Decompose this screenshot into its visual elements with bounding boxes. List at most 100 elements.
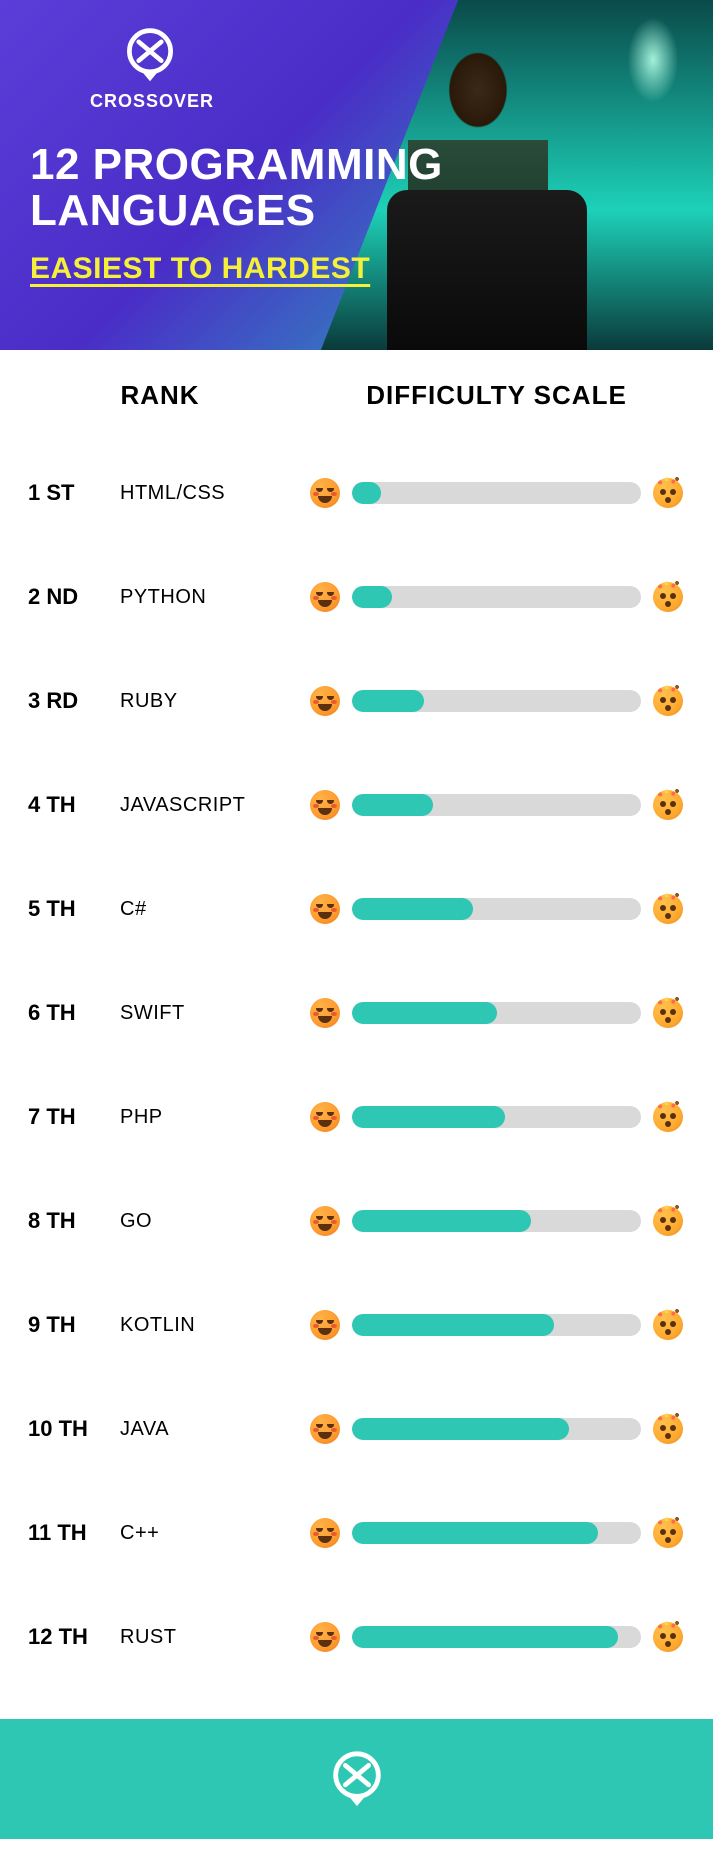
difficulty-bar-track [352, 690, 641, 712]
table-row: 4 TH JAVASCRIPT [20, 753, 693, 857]
difficulty-scale [310, 1102, 693, 1132]
table-row: 12 TH RUST [20, 1585, 693, 1689]
language-cell: HTML/CSS [120, 482, 310, 505]
table-row: 2 ND PYTHON [20, 545, 693, 649]
exploding-head-icon [653, 998, 683, 1028]
page-title: 12 PROGRAMMING LANGUAGES [30, 142, 683, 234]
difficulty-scale [310, 478, 693, 508]
difficulty-bar-track [352, 1106, 641, 1128]
difficulty-scale [310, 686, 693, 716]
table-row: 7 TH PHP [20, 1065, 693, 1169]
difficulty-bar-fill [352, 1314, 554, 1336]
relieved-face-icon [310, 1310, 340, 1340]
col-difficulty: DIFFICULTY SCALE [300, 380, 693, 411]
rank-cell: 4 TH [20, 792, 120, 818]
language-cell: JAVA [120, 1418, 310, 1441]
table-row: 1 ST HTML/CSS [20, 441, 693, 545]
difficulty-bar-track [352, 794, 641, 816]
difficulty-scale [310, 1414, 693, 1444]
difficulty-bar-track [352, 1626, 641, 1648]
exploding-head-icon [653, 1622, 683, 1652]
exploding-head-icon [653, 790, 683, 820]
relieved-face-icon [310, 998, 340, 1028]
difficulty-bar-fill [352, 482, 381, 504]
rank-cell: 12 TH [20, 1624, 120, 1650]
difficulty-scale [310, 1206, 693, 1236]
exploding-head-icon [653, 1414, 683, 1444]
subtitle: EASIEST TO HARDEST [30, 252, 370, 286]
relieved-face-icon [310, 1206, 340, 1236]
crossover-logo-icon [120, 25, 180, 85]
table-row: 10 TH JAVA [20, 1377, 693, 1481]
language-cell: JAVASCRIPT [120, 794, 310, 817]
title-line-1: 12 PROGRAMMING [30, 140, 443, 189]
language-cell: PHP [120, 1106, 310, 1129]
difficulty-scale [310, 1310, 693, 1340]
exploding-head-icon [653, 478, 683, 508]
rank-cell: 5 TH [20, 896, 120, 922]
table-header: RANK DIFFICULTY SCALE [20, 380, 693, 411]
rank-cell: 3 RD [20, 688, 120, 714]
rank-cell: 10 TH [20, 1416, 120, 1442]
difficulty-bar-fill [352, 1106, 505, 1128]
relieved-face-icon [310, 686, 340, 716]
difficulty-bar-track [352, 482, 641, 504]
language-cell: RUBY [120, 690, 310, 713]
difficulty-bar-track [352, 1002, 641, 1024]
relieved-face-icon [310, 1518, 340, 1548]
rank-cell: 9 TH [20, 1312, 120, 1338]
difficulty-bar-fill [352, 1626, 618, 1648]
exploding-head-icon [653, 1310, 683, 1340]
language-cell: C# [120, 898, 310, 921]
footer [0, 1719, 713, 1839]
rank-cell: 8 TH [20, 1208, 120, 1234]
difficulty-bar-track [352, 1210, 641, 1232]
rank-cell: 11 TH [20, 1520, 120, 1546]
language-cell: PYTHON [120, 586, 310, 609]
exploding-head-icon [653, 894, 683, 924]
difficulty-scale [310, 1622, 693, 1652]
difficulty-bar-track [352, 586, 641, 608]
exploding-head-icon [653, 1518, 683, 1548]
difficulty-bar-fill [352, 898, 473, 920]
difficulty-scale [310, 790, 693, 820]
exploding-head-icon [653, 1206, 683, 1236]
difficulty-bar-track [352, 898, 641, 920]
relieved-face-icon [310, 582, 340, 612]
rank-cell: 1 ST [20, 480, 120, 506]
exploding-head-icon [653, 582, 683, 612]
rank-cell: 6 TH [20, 1000, 120, 1026]
difficulty-bar-fill [352, 1210, 531, 1232]
difficulty-bar-track [352, 1314, 641, 1336]
language-cell: C++ [120, 1522, 310, 1545]
table-row: 3 RD RUBY [20, 649, 693, 753]
exploding-head-icon [653, 1102, 683, 1132]
relieved-face-icon [310, 1414, 340, 1444]
crossover-logo-icon [326, 1748, 388, 1810]
col-rank: RANK [20, 380, 300, 411]
difficulty-bar-track [352, 1418, 641, 1440]
rank-cell: 7 TH [20, 1104, 120, 1130]
language-cell: KOTLIN [120, 1314, 310, 1337]
difficulty-bar-fill [352, 1418, 569, 1440]
relieved-face-icon [310, 1102, 340, 1132]
ranking-table: RANK DIFFICULTY SCALE 1 ST HTML/CSS 2 ND… [0, 350, 713, 1719]
difficulty-bar-fill [352, 1522, 598, 1544]
language-cell: RUST [120, 1626, 310, 1649]
difficulty-scale [310, 894, 693, 924]
language-cell: GO [120, 1210, 310, 1233]
rank-cell: 2 ND [20, 584, 120, 610]
relieved-face-icon [310, 1622, 340, 1652]
difficulty-scale [310, 998, 693, 1028]
language-cell: SWIFT [120, 1002, 310, 1025]
table-row: 9 TH KOTLIN [20, 1273, 693, 1377]
difficulty-bar-fill [352, 690, 424, 712]
table-row: 6 TH SWIFT [20, 961, 693, 1065]
title-line-2: LANGUAGES [30, 186, 316, 235]
relieved-face-icon [310, 894, 340, 924]
difficulty-bar-track [352, 1522, 641, 1544]
relieved-face-icon [310, 790, 340, 820]
table-row: 8 TH GO [20, 1169, 693, 1273]
header: CROSSOVER 12 PROGRAMMING LANGUAGES EASIE… [0, 0, 713, 350]
logo: CROSSOVER [90, 25, 683, 112]
